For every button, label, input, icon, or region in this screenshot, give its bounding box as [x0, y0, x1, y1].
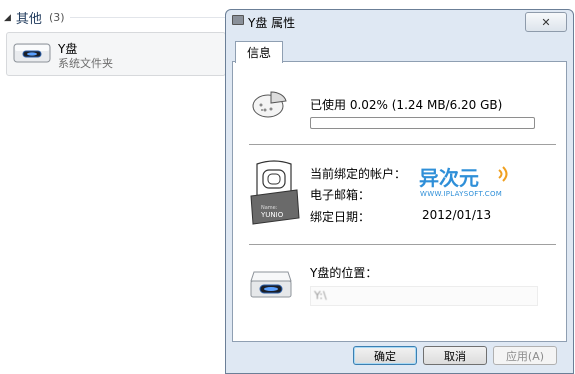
iplaysoft-logo: 异次元 WWW.IPLAYSOFT.COM	[419, 162, 519, 204]
group-divider	[70, 17, 230, 18]
title-bar[interactable]: Y盘 属性 ✕	[226, 10, 573, 34]
group-header-other[interactable]: ◢ 其他 (3)	[4, 8, 65, 27]
cancel-button-label: 取消	[444, 349, 466, 363]
drive-item-y[interactable]: Y盘 系统文件夹	[6, 32, 226, 76]
brand-main-text: 异次元	[419, 166, 479, 190]
location-field[interactable]: Y:\	[310, 286, 538, 306]
dialog-title: Y盘 属性	[248, 16, 296, 30]
tab-info[interactable]: 信息	[235, 41, 283, 63]
signal-wave-icon	[497, 166, 511, 185]
properties-dialog: Y盘 属性 ✕ 信息 已使用 0.02% (1.24 MB/6.20 GB) N…	[225, 9, 574, 374]
location-value: Y:\	[314, 289, 327, 302]
group-count: (3)	[48, 11, 65, 24]
bind-date-value: 2012/01/13	[422, 208, 492, 222]
apply-button[interactable]: 应用(A)	[493, 346, 557, 365]
location-label: Y盘的位置：	[310, 266, 378, 280]
drive-large-icon	[249, 269, 293, 304]
usage-label: 已使用 0.02% (1.24 MB/6.20 GB)	[310, 98, 503, 112]
cancel-button[interactable]: 取消	[423, 346, 487, 365]
collapse-arrow-icon[interactable]: ◢	[4, 13, 11, 23]
usage-progress-bar	[310, 117, 535, 129]
account-badge-icon: Name: YUNIO	[247, 160, 301, 231]
drive-type: 系统文件夹	[58, 57, 113, 70]
section-divider	[249, 144, 556, 145]
badge-text: YUNIO	[260, 211, 284, 219]
section-divider	[249, 244, 556, 245]
apply-button-label: 应用(A)	[505, 349, 545, 363]
ok-button[interactable]: 确定	[353, 346, 417, 365]
close-icon: ✕	[541, 15, 551, 29]
info-panel: 已使用 0.02% (1.24 MB/6.20 GB) Name: YUNIO …	[232, 61, 567, 342]
ok-button-label: 确定	[374, 349, 396, 363]
group-title: 其他	[15, 12, 42, 27]
close-button[interactable]: ✕	[525, 12, 567, 32]
brand-sub-text: WWW.IPLAYSOFT.COM	[420, 190, 503, 198]
drive-small-icon	[232, 15, 244, 25]
pie-chart-icon	[251, 89, 287, 122]
email-label: 电子邮箱：	[310, 188, 371, 202]
tab-info-label: 信息	[246, 46, 271, 60]
account-label: 当前绑定的帐户：	[310, 167, 407, 181]
bind-date-label: 绑定日期：	[310, 210, 371, 224]
drive-icon	[13, 42, 51, 67]
